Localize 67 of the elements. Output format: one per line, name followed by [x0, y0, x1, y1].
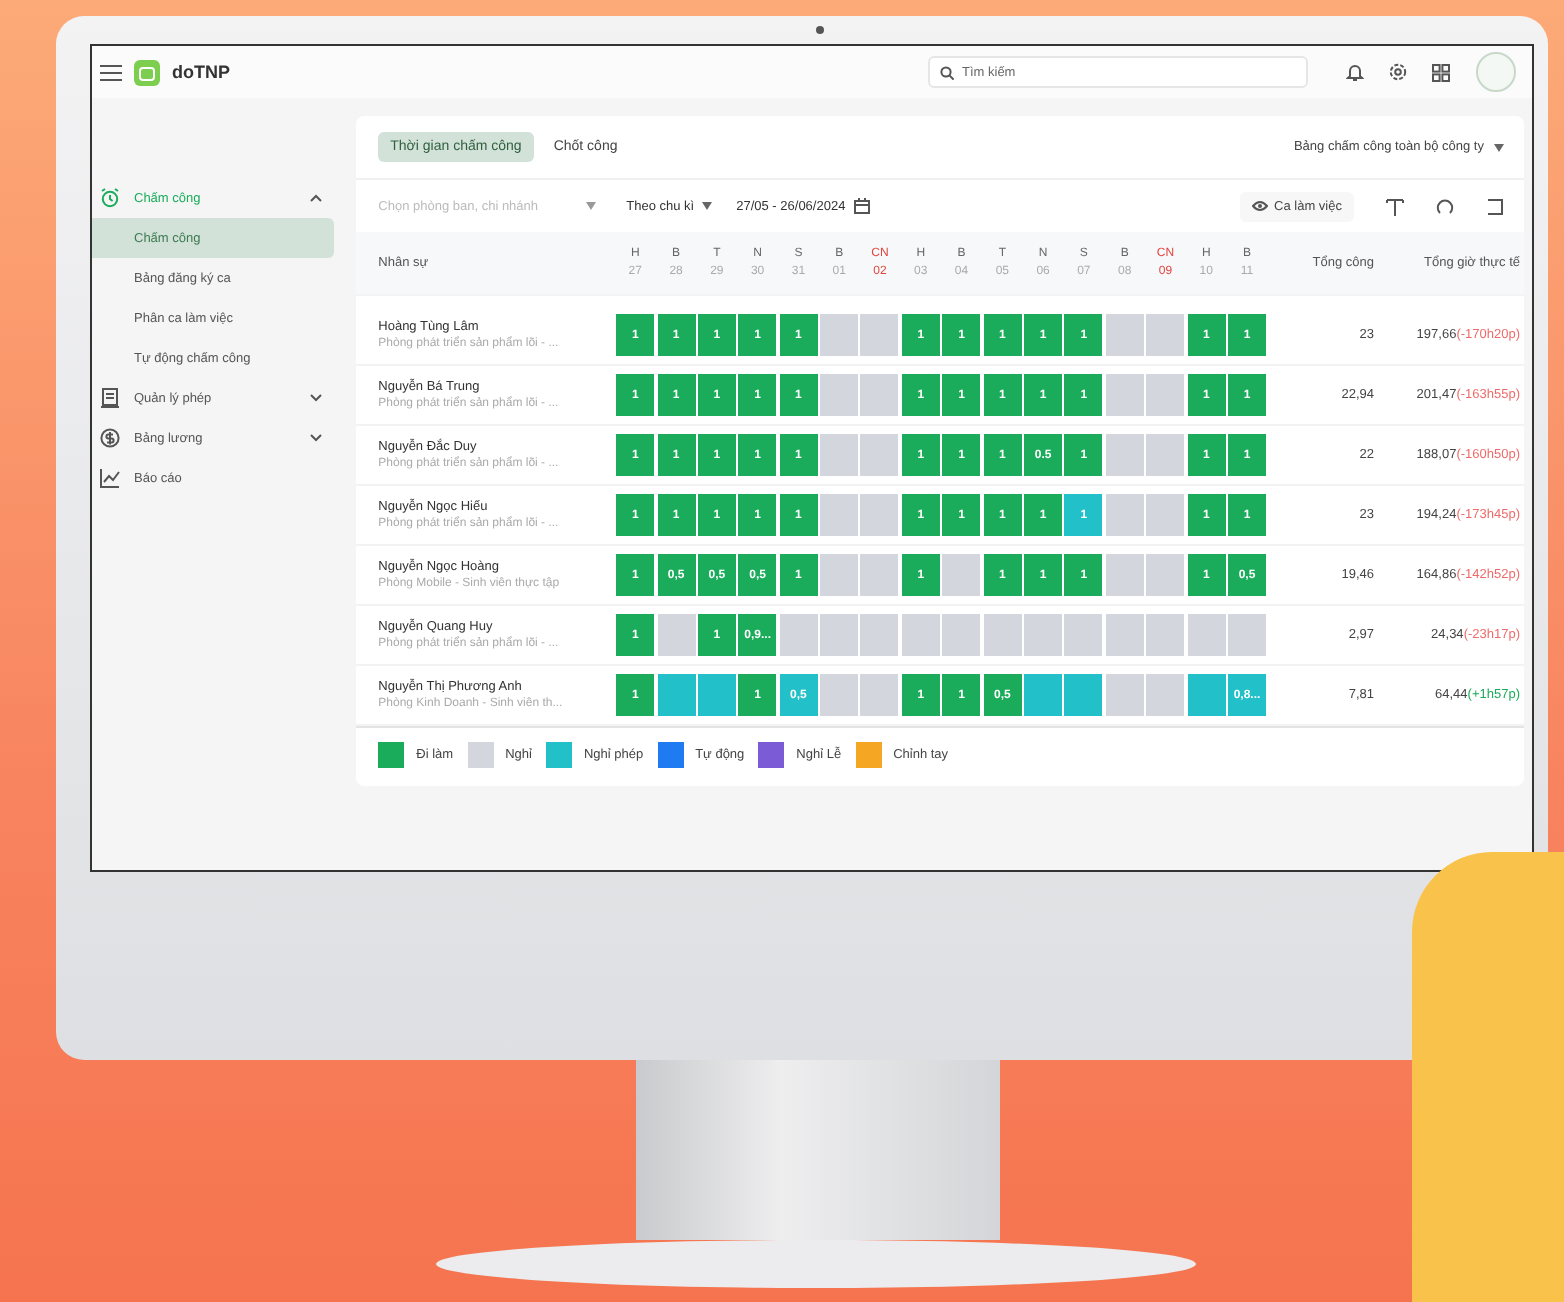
- attendance-cell[interactable]: [820, 614, 859, 656]
- attendance-cell[interactable]: [1146, 614, 1185, 656]
- attendance-cell[interactable]: [1064, 614, 1103, 656]
- attendance-cell[interactable]: [820, 314, 859, 356]
- attendance-cell[interactable]: [1064, 674, 1103, 716]
- logo-icon: [134, 59, 160, 85]
- attendance-cell[interactable]: [1105, 434, 1144, 476]
- attendance-cell[interactable]: [860, 494, 899, 536]
- grid-icon[interactable]: [1432, 63, 1450, 81]
- eye-icon: [1252, 200, 1269, 212]
- attendance-cell[interactable]: [1187, 674, 1226, 716]
- attendance-cell[interactable]: [860, 674, 899, 716]
- menu-item-icon: [100, 468, 120, 488]
- avatar[interactable]: [1476, 52, 1516, 92]
- menu-icon[interactable]: [100, 63, 122, 81]
- attendance-cell[interactable]: [860, 614, 899, 656]
- attendance-cell[interactable]: [1146, 434, 1185, 476]
- attendance-cell[interactable]: [779, 614, 818, 656]
- calendar-icon: [853, 198, 870, 214]
- attendance-cell[interactable]: [1024, 674, 1063, 716]
- attendance-cell[interactable]: [860, 314, 899, 356]
- attendance-cell[interactable]: [1105, 314, 1144, 356]
- attendance-cell[interactable]: [983, 614, 1022, 656]
- attendance-cell[interactable]: [1024, 614, 1063, 656]
- refresh-icon[interactable]: [1436, 197, 1454, 215]
- caret-icon: [310, 434, 323, 442]
- attendance-cell[interactable]: [860, 434, 899, 476]
- caret-icon: [310, 394, 323, 402]
- text-size-icon[interactable]: [1386, 197, 1404, 215]
- attendance-cell[interactable]: [1187, 614, 1226, 656]
- caret-icon: [310, 194, 323, 202]
- attendance-cell[interactable]: [657, 614, 696, 656]
- attendance-cell[interactable]: [1228, 614, 1266, 656]
- attendance-cell[interactable]: [901, 614, 940, 656]
- attendance-cell[interactable]: [1105, 674, 1144, 716]
- attendance-cell[interactable]: [657, 674, 696, 716]
- dropdown-icon: [586, 202, 597, 210]
- menu-item-icon: [100, 428, 120, 448]
- attendance-cell[interactable]: [942, 554, 981, 596]
- notification-icon[interactable]: [1346, 62, 1364, 82]
- attendance-cell[interactable]: [697, 674, 736, 716]
- menu-item-icon: [100, 388, 120, 408]
- attendance-cell[interactable]: [820, 434, 859, 476]
- attendance-cell[interactable]: [1105, 494, 1144, 536]
- attendance-cell[interactable]: [820, 374, 859, 416]
- dropdown-icon: [702, 202, 713, 210]
- attendance-cell[interactable]: [820, 494, 859, 536]
- search-icon: [940, 65, 954, 79]
- exit-icon[interactable]: [1486, 197, 1504, 215]
- attendance-cell[interactable]: [860, 554, 899, 596]
- attendance-cell[interactable]: [1105, 614, 1144, 656]
- settings-icon[interactable]: [1388, 62, 1408, 82]
- attendance-cell[interactable]: [1105, 374, 1144, 416]
- attendance-cell[interactable]: [860, 374, 899, 416]
- attendance-cell[interactable]: [1146, 554, 1185, 596]
- attendance-cell[interactable]: [1146, 374, 1185, 416]
- attendance-cell[interactable]: [1146, 494, 1185, 536]
- camera-dot: [816, 26, 824, 34]
- attendance-cell[interactable]: [1105, 554, 1144, 596]
- dropdown-icon: [1494, 143, 1504, 151]
- attendance-cell[interactable]: [1146, 314, 1185, 356]
- attendance-cell[interactable]: [820, 554, 859, 596]
- app-name: doTNP: [172, 62, 230, 82]
- attendance-cell[interactable]: [942, 614, 981, 656]
- menu-item-icon: [100, 188, 120, 208]
- attendance-cell[interactable]: [820, 674, 859, 716]
- attendance-cell[interactable]: [1146, 674, 1185, 716]
